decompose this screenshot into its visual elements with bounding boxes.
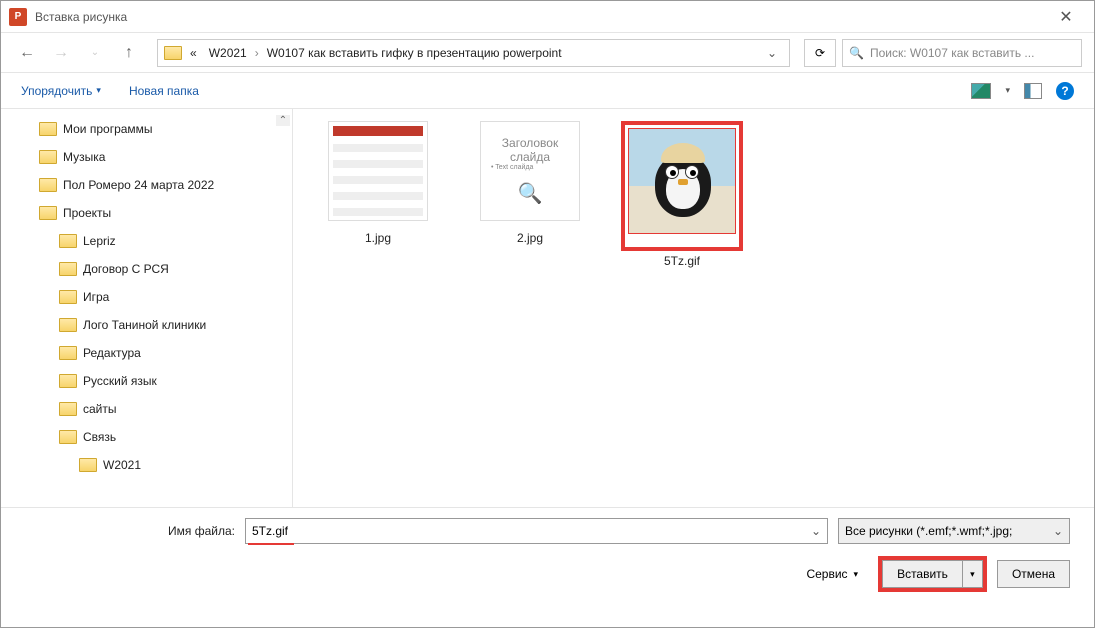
chevron-down-icon: ▾ <box>96 85 101 96</box>
insert-button-highlight: Вставить ▾ <box>878 556 987 592</box>
tree-item-label: Lepriz <box>83 234 116 248</box>
file-name: 5Tz.gif <box>617 254 747 268</box>
breadcrumb-part[interactable]: W0107 как вставить гифку в презентацию p… <box>263 46 566 60</box>
tree-item[interactable]: Связь <box>1 423 292 451</box>
tree-item-label: Проекты <box>63 206 111 220</box>
file-type-filter[interactable]: Все рисунки (*.emf;*.wmf;*.jpg; ⌄ <box>838 518 1070 544</box>
chevron-down-icon[interactable]: ⌄ <box>761 46 783 60</box>
window-title: Вставка рисунка <box>35 10 1046 24</box>
chevron-down-icon[interactable]: ⌄ <box>1053 524 1063 538</box>
back-icon[interactable]: ← <box>13 39 41 67</box>
tree-item-label: Лого Таниной клиники <box>83 318 206 332</box>
tree-item[interactable]: Музыка <box>1 143 292 171</box>
preview-pane-icon[interactable] <box>1024 83 1042 99</box>
breadcrumb-prefix: « <box>186 46 201 60</box>
nav-bar: ← → ⌄ ↑ « W2021 › W0107 как вставить гиф… <box>1 33 1094 73</box>
folder-tree[interactable]: ⌃ Мои программы Музыка Пол Ромеро 24 марта… <box>1 109 293 507</box>
magnifier-icon: 🔍 <box>518 181 543 206</box>
tree-item[interactable]: Русский язык <box>1 367 292 395</box>
file-name: 1.jpg <box>313 231 443 245</box>
folder-icon <box>39 122 57 136</box>
folder-icon <box>59 290 77 304</box>
tree-item[interactable]: Лого Таниной клиники <box>1 311 292 339</box>
file-thumbnail <box>628 128 736 234</box>
highlight-underline <box>248 543 294 545</box>
tree-item-label: Редактура <box>83 346 141 360</box>
filename-input[interactable]: 5Tz.gif ⌄ <box>245 518 828 544</box>
chevron-down-icon: ▾ <box>970 569 975 580</box>
toolbar: Упорядочить▾ Новая папка ▾ ? <box>1 73 1094 109</box>
tree-item-label: Договор С РСЯ <box>83 262 169 276</box>
tree-item-label: Русский язык <box>83 374 157 388</box>
main-area: ⌃ Мои программы Музыка Пол Ромеро 24 марта… <box>1 109 1094 507</box>
refresh-icon[interactable]: ⟳ <box>804 39 836 67</box>
folder-icon <box>59 262 77 276</box>
new-folder-button[interactable]: Новая папка <box>129 84 199 98</box>
view-mode-icon[interactable] <box>971 83 991 99</box>
recent-dropdown-icon[interactable]: ⌄ <box>81 39 109 67</box>
tree-item[interactable]: W2021 <box>1 451 292 479</box>
filename-label: Имя файла: <box>25 524 235 538</box>
folder-icon <box>59 374 77 388</box>
breadcrumb[interactable]: « W2021 › W0107 как вставить гифку в пре… <box>157 39 790 67</box>
search-input[interactable]: 🔍 Поиск: W0107 как вставить ... <box>842 39 1082 67</box>
folder-icon <box>59 430 77 444</box>
file-list[interactable]: 1.jpg Заголовок слайда • Text слайда 🔍 2… <box>293 109 1094 507</box>
forward-icon[interactable]: → <box>47 39 75 67</box>
chevron-down-icon[interactable]: ▾ <box>1005 85 1010 96</box>
tree-item[interactable]: Пол Ромеро 24 марта 2022 <box>1 171 292 199</box>
folder-icon <box>59 318 77 332</box>
tree-item-label: Связь <box>83 430 116 444</box>
file-item[interactable]: 1.jpg <box>313 121 443 245</box>
tree-item[interactable]: сайты <box>1 395 292 423</box>
tools-button[interactable]: Сервис ▾ <box>796 560 868 588</box>
scroll-up-icon[interactable]: ⌃ <box>276 115 290 126</box>
app-icon: P <box>9 8 27 26</box>
help-icon[interactable]: ? <box>1056 82 1074 100</box>
insert-button[interactable]: Вставить <box>882 560 963 588</box>
folder-icon <box>39 178 57 192</box>
close-icon[interactable]: ✕ <box>1046 1 1086 33</box>
tree-item[interactable]: Мои программы <box>1 115 292 143</box>
tree-item[interactable]: Договор С РСЯ <box>1 255 292 283</box>
file-item-selected[interactable]: 5Tz.gif <box>617 121 747 268</box>
folder-icon <box>39 206 57 220</box>
file-thumbnail <box>328 121 428 221</box>
tree-item-label: Пол Ромеро 24 марта 2022 <box>63 178 214 192</box>
search-icon: 🔍 <box>849 46 864 60</box>
tree-item-label: Мои программы <box>63 122 153 136</box>
file-name: 2.jpg <box>465 231 595 245</box>
folder-icon <box>79 458 97 472</box>
tree-item[interactable]: Игра <box>1 283 292 311</box>
folder-icon <box>39 150 57 164</box>
up-icon[interactable]: ↑ <box>115 39 143 67</box>
tree-item[interactable]: Редактура <box>1 339 292 367</box>
folder-icon <box>59 346 77 360</box>
organize-button[interactable]: Упорядочить▾ <box>21 84 101 98</box>
tree-item[interactable]: Lepriz <box>1 227 292 255</box>
file-thumbnail: Заголовок слайда • Text слайда 🔍 <box>480 121 580 221</box>
chevron-down-icon[interactable]: ⌄ <box>811 524 821 538</box>
folder-icon <box>59 234 77 248</box>
folder-icon <box>59 402 77 416</box>
breadcrumb-part[interactable]: W2021 <box>205 46 251 60</box>
folder-icon <box>164 46 182 60</box>
titlebar: P Вставка рисунка ✕ <box>1 1 1094 33</box>
insert-dropdown-button[interactable]: ▾ <box>963 560 983 588</box>
search-placeholder: Поиск: W0107 как вставить ... <box>870 46 1075 60</box>
chevron-down-icon: ▾ <box>854 569 859 580</box>
footer: Имя файла: 5Tz.gif ⌄ Все рисунки (*.emf;… <box>1 507 1094 620</box>
file-item[interactable]: Заголовок слайда • Text слайда 🔍 2.jpg <box>465 121 595 245</box>
cancel-button[interactable]: Отмена <box>997 560 1070 588</box>
tree-item-label: сайты <box>83 402 117 416</box>
chevron-right-icon: › <box>255 46 259 60</box>
tree-item-label: Игра <box>83 290 109 304</box>
tree-item-label: Музыка <box>63 150 105 164</box>
tree-item-label: W2021 <box>103 458 141 472</box>
tree-item[interactable]: Проекты <box>1 199 292 227</box>
